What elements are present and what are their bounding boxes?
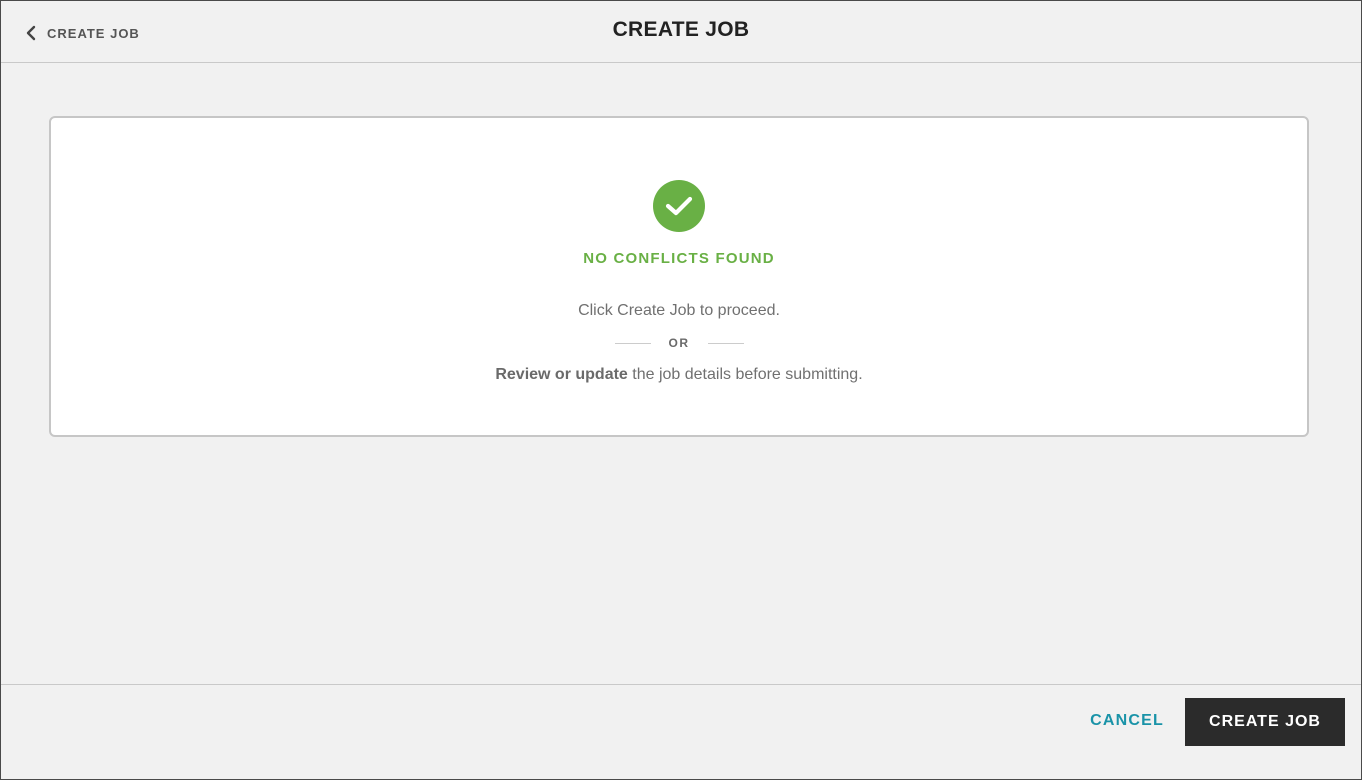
footer-bar: CANCEL CREATE JOB — [1, 684, 1361, 779]
or-separator: OR — [51, 336, 1307, 350]
page-title: CREATE JOB — [612, 18, 750, 41]
review-rest: the job details before submitting. — [627, 366, 863, 383]
cancel-button[interactable]: CANCEL — [1090, 712, 1164, 730]
separator-line-left — [614, 342, 651, 344]
conflict-check-card: NO CONFLICTS FOUND Click Create Job to p… — [49, 116, 1309, 437]
review-emphasis: Review or update — [495, 366, 628, 383]
check-circle-icon — [653, 180, 705, 232]
create-job-button[interactable]: CREATE JOB — [1185, 698, 1345, 746]
or-label: OR — [668, 336, 690, 350]
review-text: Review or update the job details before … — [51, 366, 1307, 384]
status-title: NO CONFLICTS FOUND — [583, 250, 775, 267]
app-window: CREATE JOB CREATE JOB NO CONFLICTS FOUND… — [0, 0, 1362, 780]
instruction-text: Click Create Job to proceed. — [578, 302, 780, 319]
separator-line-right — [707, 342, 744, 344]
header-bar: CREATE JOB CREATE JOB — [1, 1, 1361, 63]
